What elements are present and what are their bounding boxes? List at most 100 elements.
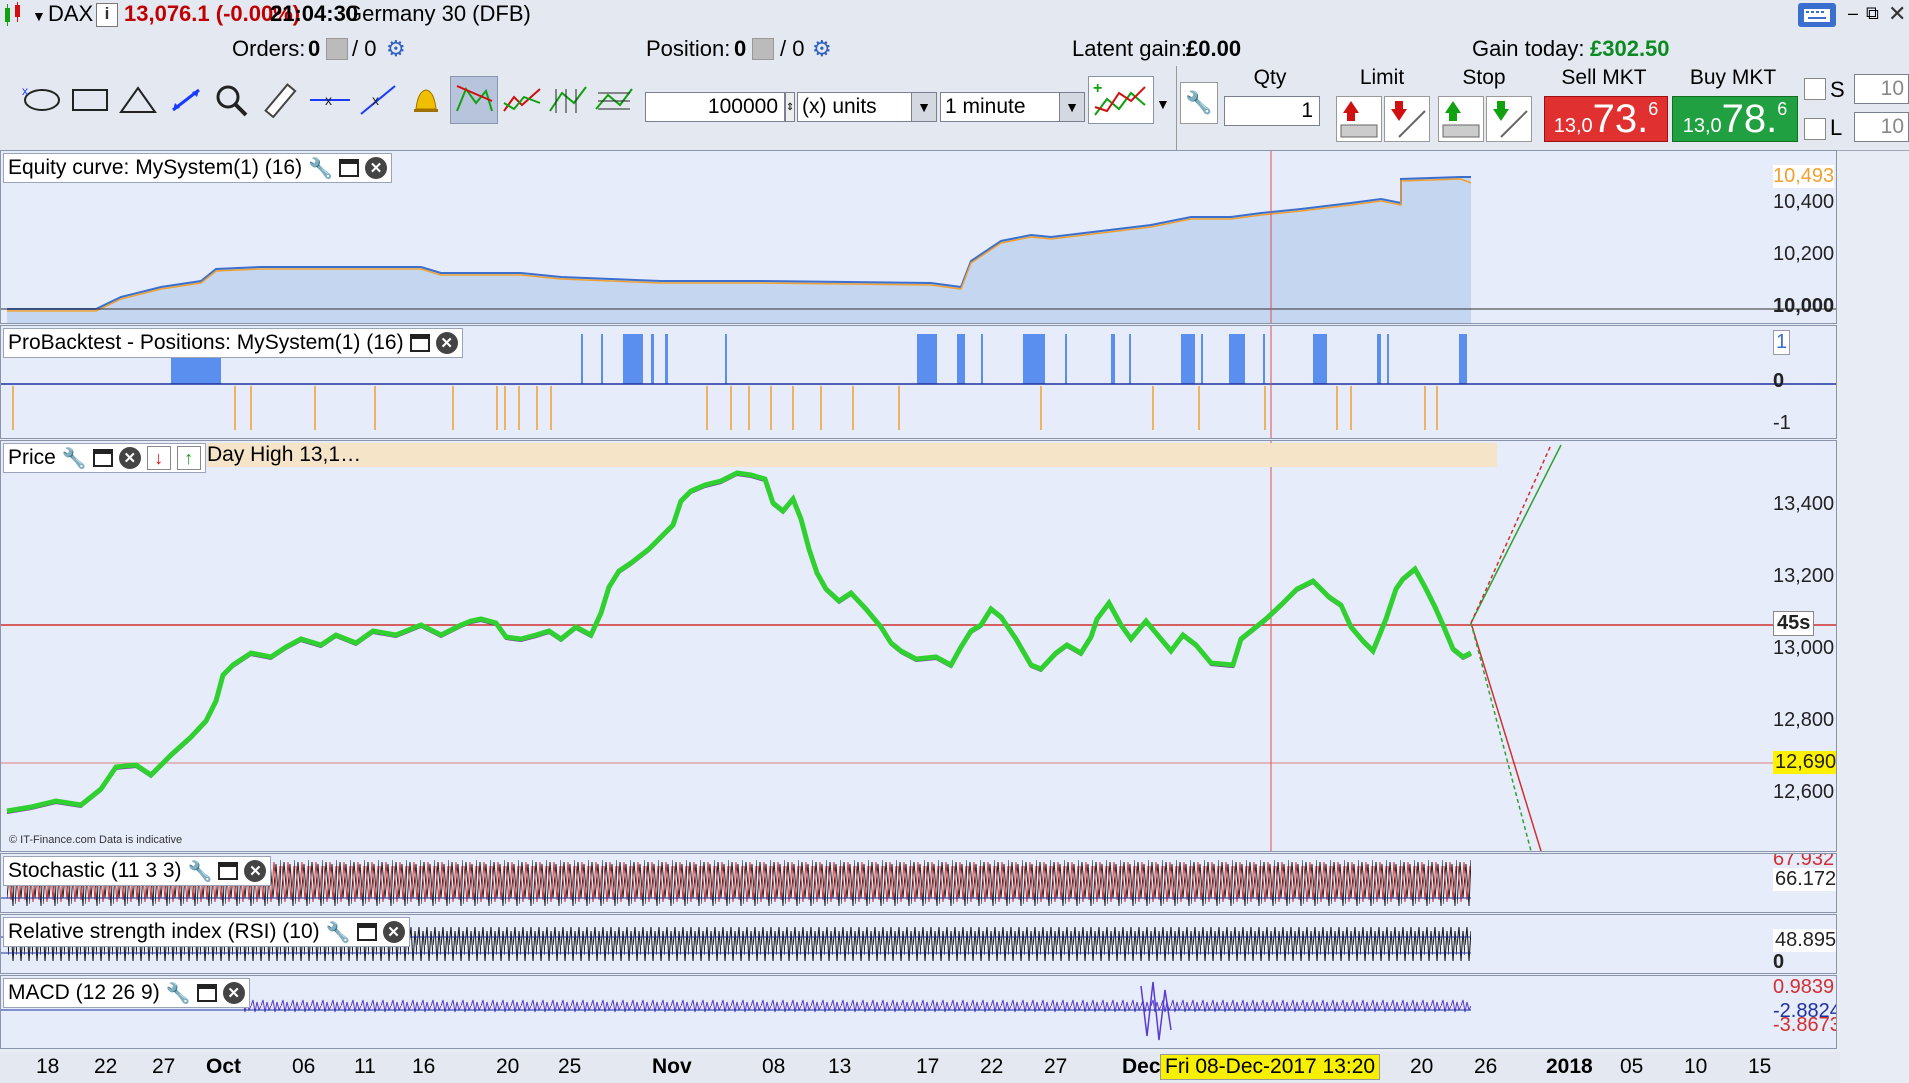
limit-sell-icon[interactable] <box>1384 96 1430 142</box>
latent-gain-label: Latent gain: <box>1072 36 1187 61</box>
indicators-menu-icon[interactable]: + <box>1088 76 1154 124</box>
short-checkbox[interactable] <box>1804 78 1826 100</box>
close-panel-icon[interactable]: ✕ <box>222 982 245 1004</box>
close-position-icon[interactable] <box>752 38 774 60</box>
cancel-orders-icon[interactable] <box>326 38 348 60</box>
gear-icon[interactable]: ⚙ <box>812 36 832 62</box>
positions-axis: 1 0 -1 <box>1768 326 1836 438</box>
gear-icon[interactable]: ⚙ <box>386 36 406 62</box>
axis-tick: 66.172 <box>1773 868 1837 891</box>
window-icon[interactable] <box>196 984 217 1002</box>
date-label: 18 <box>36 1055 60 1078</box>
chevron-down-icon[interactable]: ▼ <box>1156 96 1170 112</box>
buy-arrow-icon[interactable]: ↑ <box>176 446 201 470</box>
axis-tick: 1 <box>1773 330 1791 355</box>
indicator-line-icon[interactable] <box>502 80 542 120</box>
status-bar: Orders: 0 / 0 ⚙ Position: 0 / 0 ⚙ Latent… <box>0 30 1909 66</box>
position-label: Position: <box>646 36 731 61</box>
buy-market-button[interactable]: 13,0 78. 6 <box>1672 96 1798 142</box>
axis-tick: -1 <box>1773 412 1791 434</box>
window-icon[interactable] <box>338 159 359 177</box>
wrench-icon[interactable]: 🔧 <box>326 920 351 945</box>
buy-label: Buy MKT <box>1689 66 1777 89</box>
date-label: 20 <box>1410 1055 1434 1078</box>
wrench-icon[interactable]: 🔧 <box>1180 82 1218 124</box>
minimize-icon[interactable]: – <box>1848 3 1858 24</box>
indicator-fan-icon[interactable] <box>450 76 498 124</box>
alert-bell-icon[interactable] <box>406 80 446 120</box>
arrows-tool-icon[interactable] <box>166 80 206 120</box>
cursor-date-label: Fri 08-Dec-2017 13:20 <box>1160 1054 1381 1080</box>
date-label: 17 <box>916 1055 940 1078</box>
units-select[interactable]: (x) units ▼ <box>797 92 937 122</box>
sell-market-button[interactable]: 13,0 73. 6 <box>1544 96 1668 142</box>
axis-tick: 0 <box>1773 370 1785 392</box>
close-panel-icon[interactable]: ✕ <box>364 157 387 179</box>
zoom-icon[interactable] <box>212 80 252 120</box>
date-label: 27 <box>1044 1055 1068 1078</box>
latent-gain-value: £0.00 <box>1186 36 1242 61</box>
keyboard-icon[interactable] <box>1798 3 1836 27</box>
stop-sell-icon[interactable] <box>1486 96 1532 142</box>
window-icon[interactable] <box>356 923 377 941</box>
close-icon[interactable]: ✕ <box>1888 1 1906 27</box>
wrench-icon[interactable]: 🔧 <box>188 859 213 884</box>
equity-axis: 10,493 10,400 10,200 10,000 <box>1768 151 1836 323</box>
chevron-down-icon[interactable]: ▼ <box>32 8 46 24</box>
quantity-stepper[interactable]: ⇕ <box>785 92 795 122</box>
ellipse-tool-icon[interactable]: x <box>22 80 62 120</box>
date-label: 08 <box>762 1055 786 1078</box>
restore-icon[interactable]: ⧉ <box>1866 3 1879 24</box>
sell-label: Sell MKT <box>1561 66 1647 89</box>
long-checkbox[interactable] <box>1804 118 1826 140</box>
window-icon[interactable] <box>218 862 239 880</box>
macd-axis: 0.9839 -2.8824 -3.8673 <box>1768 976 1836 1048</box>
wrench-icon[interactable]: 🔧 <box>62 446 87 471</box>
window-icon[interactable] <box>92 449 113 467</box>
qty-input[interactable]: 1 <box>1224 96 1320 126</box>
chevron-down-icon[interactable]: ▼ <box>911 93 936 121</box>
stop-label: Stop <box>1462 66 1506 89</box>
svg-text:x: x <box>372 92 379 108</box>
stop-buy-icon[interactable] <box>1438 96 1484 142</box>
date-label: 20 <box>496 1055 520 1078</box>
macd-panel: MACD (12 26 9) 🔧 ✕ 0.9839 -2.8824 -3.867… <box>0 975 1837 1049</box>
long-label: L <box>1830 115 1843 140</box>
sell-arrow-icon[interactable]: ↓ <box>146 446 171 470</box>
axis-tick: 12,690 <box>1773 751 1837 774</box>
horizontal-line-icon[interactable]: x <box>310 80 350 120</box>
timeframe-select[interactable]: 1 minute ▼ <box>940 92 1085 122</box>
position-value: 0 <box>734 36 747 61</box>
close-panel-icon[interactable]: ✕ <box>435 332 458 354</box>
limit-buy-icon[interactable] <box>1336 96 1382 142</box>
buy-market-group: Buy MKT 13,0 78. 6 <box>1670 66 1798 142</box>
buy-price-pip: 6 <box>1777 99 1788 119</box>
chevron-down-icon[interactable]: ▼ <box>1059 93 1084 121</box>
window-icon[interactable] <box>409 334 430 352</box>
axis-tick: 48.895 <box>1773 929 1837 952</box>
triangle-tool-icon[interactable] <box>118 80 158 120</box>
quantity-input[interactable]: 100000 <box>645 92 785 122</box>
instrument-name[interactable]: DAX <box>48 1 93 27</box>
sell-market-group: Sell MKT 13,0 73. 6 <box>1542 66 1668 142</box>
rsi-axis: 48.895 0 <box>1768 915 1836 973</box>
candlestick-icon[interactable] <box>2 2 24 28</box>
info-icon[interactable]: i <box>96 3 118 27</box>
trend-line-icon[interactable]: x <box>358 80 398 120</box>
close-panel-icon[interactable]: ✕ <box>118 447 141 469</box>
short-input[interactable]: 10 <box>1854 74 1909 104</box>
limit-label: Limit <box>1359 66 1405 89</box>
close-panel-icon[interactable]: ✕ <box>244 860 267 882</box>
rectangle-tool-icon[interactable] <box>70 80 110 120</box>
long-input[interactable]: 10 <box>1854 112 1909 142</box>
price-chart <box>1 441 1836 851</box>
orders-value: 0 <box>308 36 321 61</box>
ruler-icon[interactable] <box>262 80 302 120</box>
wrench-icon[interactable]: 🔧 <box>166 981 191 1006</box>
wrench-icon[interactable]: 🔧 <box>308 156 333 181</box>
equity-panel-title: Equity curve: MySystem(1) (16) 🔧 ✕ <box>3 153 392 183</box>
equity-panel: Equity curve: MySystem(1) (16) 🔧 ✕ 10,49… <box>0 150 1837 324</box>
close-panel-icon[interactable]: ✕ <box>382 921 405 943</box>
indicator-grid-icon[interactable] <box>594 80 634 120</box>
indicator-bars-icon[interactable] <box>548 80 588 120</box>
